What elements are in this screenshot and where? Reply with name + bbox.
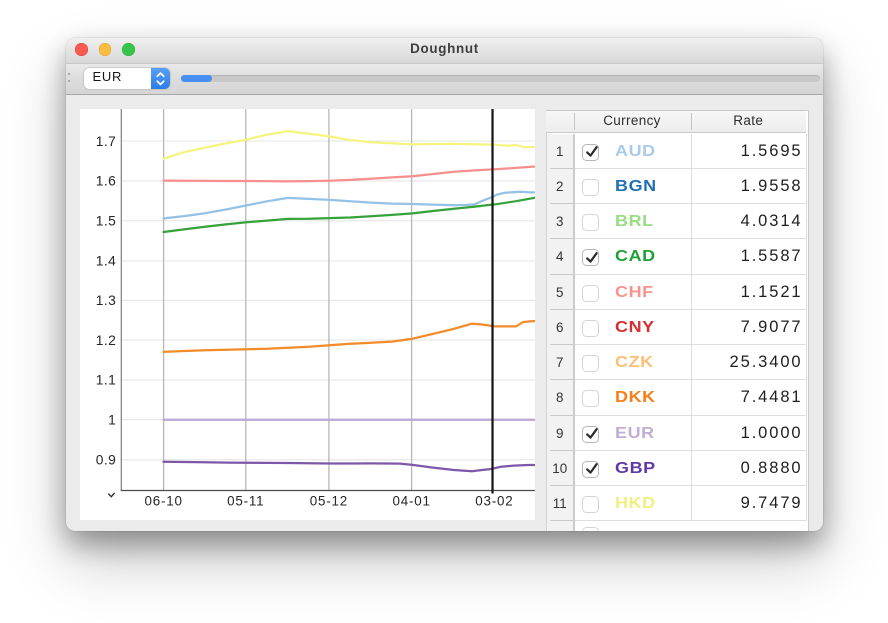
- svg-text:06-10: 06-10: [144, 494, 182, 509]
- svg-text:1.1: 1.1: [96, 373, 117, 388]
- svg-text:1.3: 1.3: [96, 293, 117, 308]
- svg-text:1.5: 1.5: [96, 214, 117, 229]
- svg-text:0.9: 0.9: [96, 453, 117, 468]
- svg-text:1.2: 1.2: [96, 333, 117, 348]
- svg-text:1.6: 1.6: [96, 174, 117, 189]
- svg-text:1: 1: [108, 413, 116, 428]
- svg-text:03-02: 03-02: [475, 494, 513, 509]
- svg-text:1.4: 1.4: [96, 254, 117, 269]
- svg-text:05-12: 05-12: [310, 494, 348, 509]
- svg-text:05-11: 05-11: [227, 494, 264, 509]
- svg-text:1.7: 1.7: [96, 134, 117, 149]
- svg-text:04-01: 04-01: [392, 494, 430, 509]
